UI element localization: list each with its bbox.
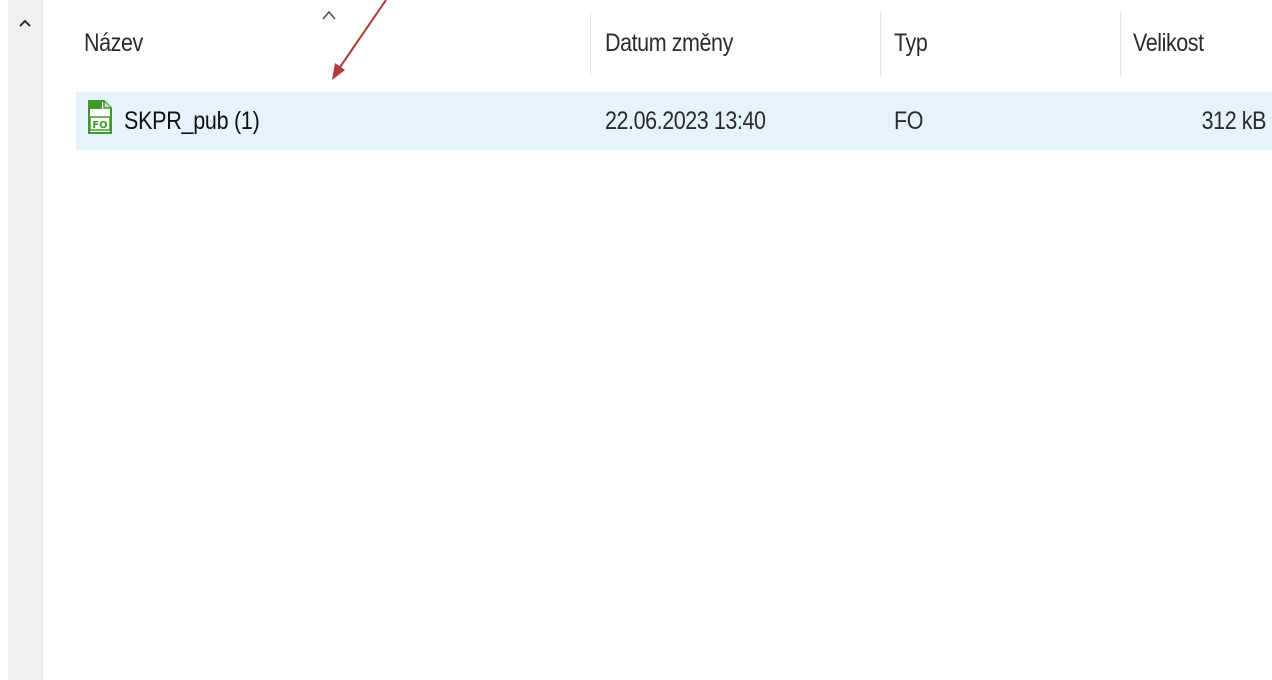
column-header-size[interactable]: Velikost	[1133, 8, 1245, 78]
fo-file-icon: FO	[88, 100, 112, 134]
column-header-date-label: Datum změny	[605, 28, 733, 57]
file-explorer-view: Název Datum změny Typ Velikost FO SKPR_p…	[0, 0, 1272, 680]
column-header-bar: Název Datum změny Typ Velikost	[76, 8, 1272, 78]
column-header-size-label: Velikost	[1133, 28, 1204, 57]
file-name: SKPR_pub (1)	[124, 106, 260, 135]
column-header-name[interactable]: Název	[84, 8, 497, 78]
file-size: 312 kB	[1201, 106, 1267, 135]
column-divider[interactable]	[880, 12, 881, 76]
scroll-up-button[interactable]	[8, 18, 42, 48]
file-size-cell: 312 kB	[1137, 92, 1267, 150]
fo-file-icon-text: FO	[92, 120, 107, 131]
file-name-cell[interactable]: SKPR_pub (1)	[124, 92, 502, 150]
file-type-cell: FO	[894, 92, 1066, 150]
column-header-type[interactable]: Typ	[894, 8, 1083, 78]
chevron-up-icon	[19, 19, 31, 27]
column-header-date[interactable]: Datum změny	[605, 8, 829, 78]
navigation-pane-scrollbar[interactable]	[8, 0, 43, 680]
column-header-type-label: Typ	[894, 28, 928, 57]
column-header-name-label: Název	[84, 28, 143, 57]
column-divider[interactable]	[1120, 12, 1121, 76]
column-divider[interactable]	[590, 12, 591, 76]
file-date-modified: 22.06.2023 13:40	[605, 106, 766, 135]
file-date-cell: 22.06.2023 13:40	[605, 92, 829, 150]
file-type: FO	[894, 106, 923, 135]
file-row-selected[interactable]: FO SKPR_pub (1) 22.06.2023 13:40 FO 312 …	[76, 92, 1272, 150]
